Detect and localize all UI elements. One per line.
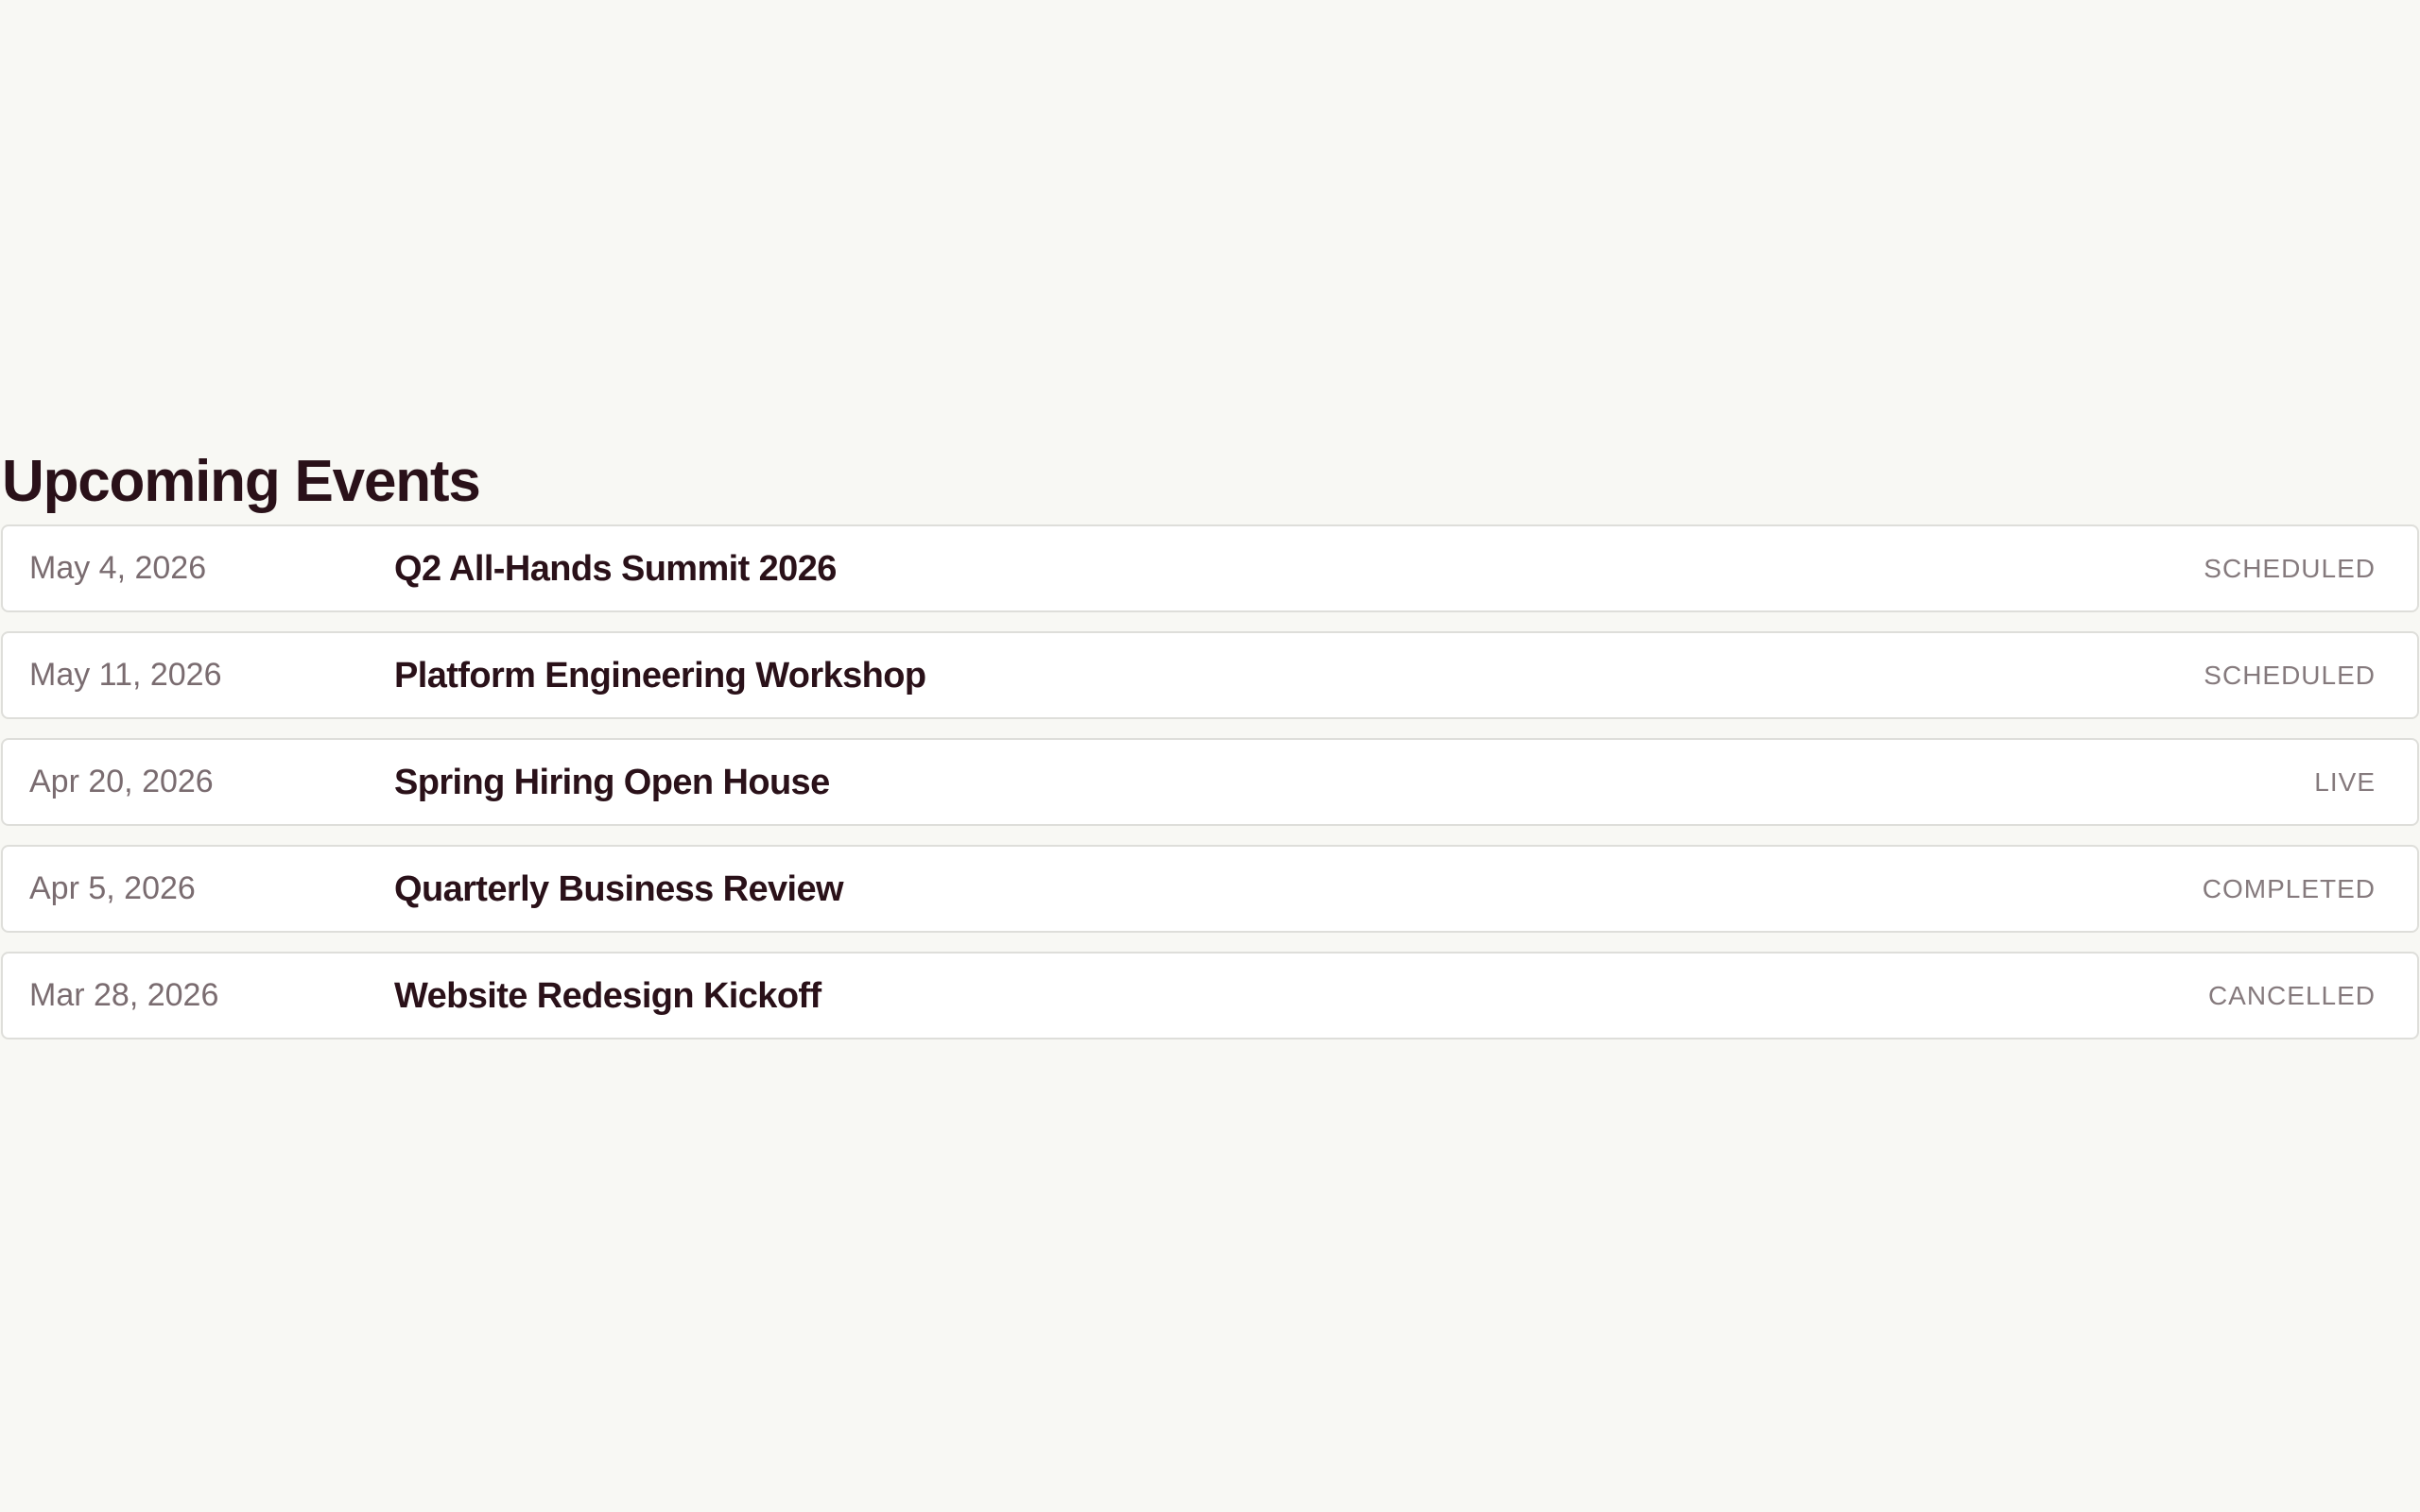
event-status-badge: SCHEDULED	[2204, 554, 2376, 583]
event-status-badge: LIVE	[2314, 767, 2376, 797]
event-row[interactable]: Apr 20, 2026 Spring Hiring Open House LI…	[1, 738, 2419, 826]
event-name: Platform Engineering Workshop	[394, 656, 926, 696]
event-status-badge: COMPLETED	[2202, 874, 2376, 903]
event-row[interactable]: Apr 5, 2026 Quarterly Business Review CO…	[1, 845, 2419, 933]
events-section: Upcoming Events May 4, 2026 Q2 All-Hands…	[0, 444, 2420, 1058]
section-title: Upcoming Events	[2, 449, 481, 514]
event-name: Q2 All-Hands Summit 2026	[394, 549, 837, 589]
event-name: Website Redesign Kickoff	[394, 976, 821, 1016]
event-name: Spring Hiring Open House	[394, 763, 830, 802]
event-status-badge: CANCELLED	[2207, 981, 2376, 1010]
event-status-badge: SCHEDULED	[2204, 661, 2376, 690]
event-date: May 11, 2026	[29, 657, 222, 693]
event-row[interactable]: May 11, 2026 Platform Engineering Worksh…	[1, 631, 2419, 719]
event-row[interactable]: May 4, 2026 Q2 All-Hands Summit 2026 SCH…	[1, 524, 2419, 612]
event-date: May 4, 2026	[29, 550, 207, 586]
event-row[interactable]: Mar 28, 2026 Website Redesign Kickoff CA…	[1, 952, 2419, 1040]
event-date: Apr 5, 2026	[29, 870, 196, 906]
event-list: May 4, 2026 Q2 All-Hands Summit 2026 SCH…	[0, 524, 2420, 1040]
event-date: Apr 20, 2026	[29, 764, 214, 799]
event-date: Mar 28, 2026	[29, 977, 219, 1013]
event-name: Quarterly Business Review	[394, 869, 844, 909]
